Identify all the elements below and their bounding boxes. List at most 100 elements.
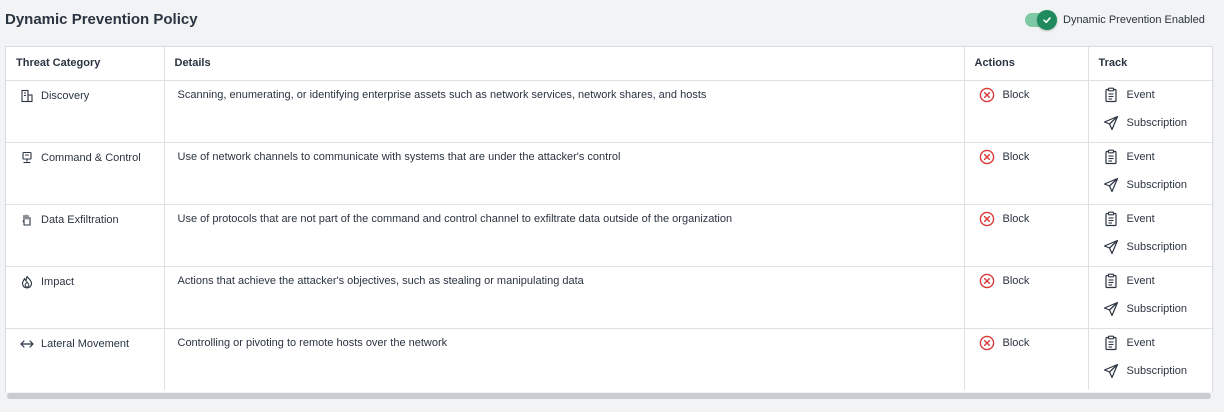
track-event-button[interactable]: Event xyxy=(1103,273,1213,289)
building-icon xyxy=(20,89,34,103)
threat-category-label: Discovery xyxy=(41,89,90,102)
clipboard-icon xyxy=(1104,335,1117,350)
track-subscription-label: Subscription xyxy=(1126,116,1188,129)
horizontal-scrollbar[interactable] xyxy=(5,392,1213,400)
track-event-label: Event xyxy=(1126,212,1155,225)
threat-category-label: Data Exfiltration xyxy=(41,213,119,226)
track-cell: Event Subscription xyxy=(1088,142,1213,205)
block-icon xyxy=(979,87,994,102)
details-text: Actions that achieve the attacker's obje… xyxy=(177,274,584,287)
column-header-track: Track xyxy=(1088,47,1212,81)
threat-category-cell: Lateral Movement xyxy=(6,328,165,390)
column-header-threat-category: Threat Category xyxy=(6,47,165,81)
block-label: Block xyxy=(1002,274,1030,287)
details-text: Use of protocols that are not part of th… xyxy=(177,212,733,225)
actions-cell: Block xyxy=(964,266,1089,329)
block-label: Block xyxy=(1002,88,1030,101)
table-row: Command & Control Use of network channels… xyxy=(6,142,1213,205)
track-event-button[interactable]: Event xyxy=(1103,211,1213,227)
scrollbar-thumb[interactable] xyxy=(7,393,1211,399)
track-event-button[interactable]: Event xyxy=(1103,335,1213,351)
details-cell: Actions that achieve the attacker's obje… xyxy=(164,266,965,329)
details-text: Controlling or pivoting to remote hosts … xyxy=(177,336,448,349)
track-event-label: Event xyxy=(1126,336,1155,349)
track-event-label: Event xyxy=(1126,88,1155,101)
track-event-button[interactable]: Event xyxy=(1103,87,1213,103)
dynamic-prevention-toggle[interactable]: Dynamic Prevention Enabled xyxy=(1025,10,1205,30)
track-subscription-label: Subscription xyxy=(1126,364,1188,377)
page-title: Dynamic Prevention Policy xyxy=(5,11,198,28)
check-icon xyxy=(1043,17,1051,24)
threat-category-label: Command & Control xyxy=(41,151,141,164)
track-subscription-label: Subscription xyxy=(1126,302,1188,315)
send-icon xyxy=(1103,177,1118,192)
actions-cell: Block xyxy=(964,204,1089,267)
details-cell: Scanning, enumerating, or identifying en… xyxy=(164,80,965,143)
fire-icon xyxy=(20,275,34,289)
actions-cell: Block xyxy=(964,142,1089,205)
track-cell: Event Subscription xyxy=(1088,204,1213,267)
table-row: Lateral Movement Controlling or pivoting … xyxy=(6,328,1212,390)
threat-category-cell: Command & Control xyxy=(6,142,165,205)
track-cell: Event Subscription xyxy=(1088,328,1212,390)
send-icon xyxy=(1103,239,1118,254)
threat-table-panel: Threat Category Details Actions Track Di… xyxy=(5,46,1213,400)
toggle-track[interactable] xyxy=(1025,10,1057,30)
block-icon xyxy=(979,211,994,226)
toggle-knob[interactable] xyxy=(1037,10,1057,30)
hand-icon xyxy=(20,213,34,227)
page-header: Dynamic Prevention Policy Dynamic Preven… xyxy=(0,0,1224,44)
table-row: Impact Actions that achieve the attacker'… xyxy=(6,266,1213,329)
block-icon xyxy=(979,273,994,288)
block-button[interactable]: Block xyxy=(979,335,1039,351)
block-label: Block xyxy=(1002,212,1030,225)
send-icon xyxy=(1103,363,1118,378)
details-text: Use of network channels to communicate w… xyxy=(177,150,621,163)
actions-cell: Block xyxy=(964,328,1089,390)
track-subscription-button[interactable]: Subscription xyxy=(1103,363,1213,379)
block-label: Block xyxy=(1002,336,1030,349)
track-subscription-button[interactable]: Subscription xyxy=(1103,177,1213,193)
table-header-row: Threat Category Details Actions Track xyxy=(6,47,1212,81)
track-subscription-button[interactable]: Subscription xyxy=(1103,115,1213,131)
column-header-actions: Actions xyxy=(964,47,1089,81)
clipboard-icon xyxy=(1104,211,1117,226)
block-button[interactable]: Block xyxy=(979,273,1039,289)
track-subscription-button[interactable]: Subscription xyxy=(1103,301,1213,317)
track-cell: Event Subscription xyxy=(1088,80,1213,143)
details-cell: Use of network channels to communicate w… xyxy=(164,142,965,205)
block-button[interactable]: Block xyxy=(979,211,1039,227)
arrows-horizontal-icon xyxy=(20,337,34,351)
block-button[interactable]: Block xyxy=(979,87,1039,103)
threat-category-cell: Data Exfiltration xyxy=(6,204,165,267)
threat-table: Threat Category Details Actions Track Di… xyxy=(6,47,1212,390)
block-label: Block xyxy=(1002,150,1030,163)
track-event-label: Event xyxy=(1126,150,1155,163)
clipboard-icon xyxy=(1104,273,1117,288)
table-row: Data Exfiltration Use of protocols that a… xyxy=(6,204,1213,267)
track-subscription-button[interactable]: Subscription xyxy=(1103,239,1213,255)
block-button[interactable]: Block xyxy=(979,149,1039,165)
threat-category-cell: Discovery xyxy=(6,80,165,143)
block-icon xyxy=(979,335,994,350)
threat-category-label: Impact xyxy=(41,275,75,288)
track-subscription-label: Subscription xyxy=(1126,178,1188,191)
clipboard-icon xyxy=(1104,87,1117,102)
track-event-label: Event xyxy=(1126,274,1155,287)
toggle-label: Dynamic Prevention Enabled xyxy=(1063,14,1205,26)
threat-category-cell: Impact xyxy=(6,266,165,329)
details-text: Scanning, enumerating, or identifying en… xyxy=(177,88,707,101)
send-icon xyxy=(1103,115,1118,130)
actions-cell: Block xyxy=(964,80,1089,143)
track-subscription-label: Subscription xyxy=(1126,240,1188,253)
block-icon xyxy=(979,149,994,164)
details-cell: Use of protocols that are not part of th… xyxy=(164,204,965,267)
send-icon xyxy=(1103,301,1118,316)
threat-category-label: Lateral Movement xyxy=(41,337,130,350)
track-cell: Event Subscription xyxy=(1088,266,1213,329)
track-event-button[interactable]: Event xyxy=(1103,149,1213,165)
monitor-icon xyxy=(20,151,34,165)
details-cell: Controlling or pivoting to remote hosts … xyxy=(164,328,965,390)
table-row: Discovery Scanning, enumerating, or ident… xyxy=(6,80,1213,143)
column-header-details: Details xyxy=(164,47,965,81)
